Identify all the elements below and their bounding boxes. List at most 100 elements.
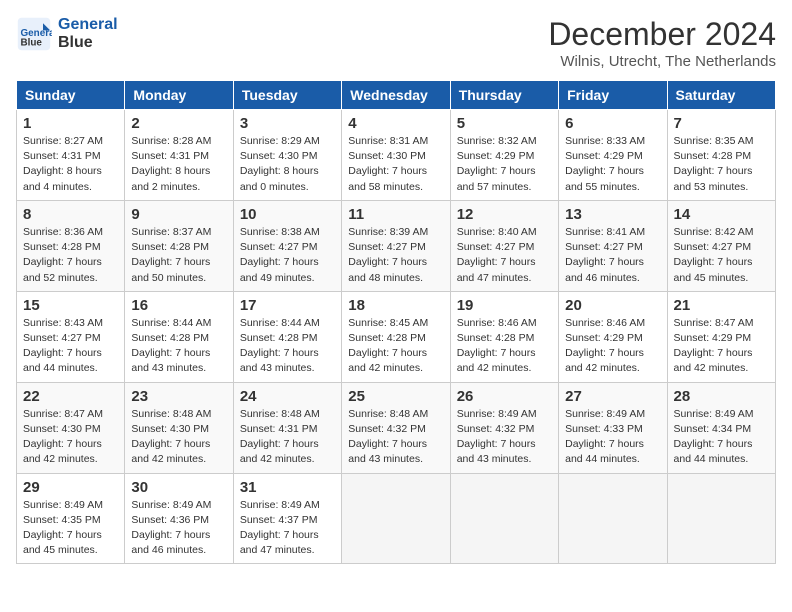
calendar-table: SundayMondayTuesdayWednesdayThursdayFrid… [16, 80, 776, 564]
day-info: Sunrise: 8:44 AMSunset: 4:28 PMDaylight:… [131, 316, 226, 377]
col-header-friday: Friday [559, 81, 667, 110]
page-subtitle: Wilnis, Utrecht, The Netherlands [548, 53, 776, 70]
day-number: 31 [240, 479, 335, 496]
day-info: Sunrise: 8:38 AMSunset: 4:27 PMDaylight:… [240, 225, 335, 286]
day-number: 28 [674, 388, 769, 405]
day-number: 21 [674, 297, 769, 314]
col-header-tuesday: Tuesday [233, 81, 341, 110]
page-title: December 2024 [548, 16, 776, 53]
week-row-2: 8Sunrise: 8:36 AMSunset: 4:28 PMDaylight… [17, 200, 776, 291]
day-info: Sunrise: 8:49 AMSunset: 4:35 PMDaylight:… [23, 498, 118, 559]
week-row-5: 29 Sunrise: 8:49 AMSunset: 4:35 PMDayligh… [17, 473, 776, 564]
day-number: 2 [131, 115, 226, 132]
day-number: 25 [348, 388, 443, 405]
day-number: 4 [348, 115, 443, 132]
calendar-cell: 5 Sunrise: 8:32 AMSunset: 4:29 PMDaylight… [450, 110, 558, 201]
calendar-cell: 8Sunrise: 8:36 AMSunset: 4:28 PMDaylight… [17, 200, 125, 291]
col-header-thursday: Thursday [450, 81, 558, 110]
calendar-cell: 27 Sunrise: 8:49 AMSunset: 4:33 PMDayligh… [559, 382, 667, 473]
day-number: 20 [565, 297, 660, 314]
day-info: Sunrise: 8:48 AMSunset: 4:30 PMDaylight:… [131, 407, 226, 468]
day-info: Sunrise: 8:49 AMSunset: 4:32 PMDaylight:… [457, 407, 552, 468]
calendar-cell: 9Sunrise: 8:37 AMSunset: 4:28 PMDaylight… [125, 200, 233, 291]
calendar-cell: 23 Sunrise: 8:48 AMSunset: 4:30 PMDayligh… [125, 382, 233, 473]
calendar-cell: 28 Sunrise: 8:49 AMSunset: 4:34 PMDayligh… [667, 382, 775, 473]
calendar-cell: 2 Sunrise: 8:28 AMSunset: 4:31 PMDaylight… [125, 110, 233, 201]
day-number: 29 [23, 479, 118, 496]
day-number: 3 [240, 115, 335, 132]
day-info: Sunrise: 8:49 AMSunset: 4:37 PMDaylight:… [240, 498, 335, 559]
day-info: Sunrise: 8:28 AMSunset: 4:31 PMDaylight:… [131, 134, 226, 195]
calendar-cell: 11 Sunrise: 8:39 AMSunset: 4:27 PMDayligh… [342, 200, 450, 291]
day-info: Sunrise: 8:48 AMSunset: 4:31 PMDaylight:… [240, 407, 335, 468]
day-number: 16 [131, 297, 226, 314]
day-info: Sunrise: 8:27 AMSunset: 4:31 PMDaylight:… [23, 134, 118, 195]
day-info: Sunrise: 8:33 AMSunset: 4:29 PMDaylight:… [565, 134, 660, 195]
day-info: Sunrise: 8:47 AMSunset: 4:30 PMDaylight:… [23, 407, 118, 468]
day-number: 14 [674, 206, 769, 223]
calendar-cell: 10 Sunrise: 8:38 AMSunset: 4:27 PMDayligh… [233, 200, 341, 291]
calendar-cell: 31 Sunrise: 8:49 AMSunset: 4:37 PMDayligh… [233, 473, 341, 564]
calendar-cell: 20 Sunrise: 8:46 AMSunset: 4:29 PMDayligh… [559, 291, 667, 382]
day-info: Sunrise: 8:49 AMSunset: 4:34 PMDaylight:… [674, 407, 769, 468]
day-number: 23 [131, 388, 226, 405]
calendar-cell: 6 Sunrise: 8:33 AMSunset: 4:29 PMDaylight… [559, 110, 667, 201]
day-info: Sunrise: 8:43 AMSunset: 4:27 PMDaylight:… [23, 316, 118, 377]
day-number: 7 [674, 115, 769, 132]
col-header-monday: Monday [125, 81, 233, 110]
day-info: Sunrise: 8:44 AMSunset: 4:28 PMDaylight:… [240, 316, 335, 377]
col-header-wednesday: Wednesday [342, 81, 450, 110]
title-block: December 2024 Wilnis, Utrecht, The Nethe… [548, 16, 776, 70]
day-number: 5 [457, 115, 552, 132]
day-number: 22 [23, 388, 118, 405]
calendar-cell: 15 Sunrise: 8:43 AMSunset: 4:27 PMDayligh… [17, 291, 125, 382]
page-header: General Blue General Blue December 2024 … [16, 16, 776, 70]
calendar-cell: 29 Sunrise: 8:49 AMSunset: 4:35 PMDayligh… [17, 473, 125, 564]
day-number: 1 [23, 115, 118, 132]
day-info: Sunrise: 8:47 AMSunset: 4:29 PMDaylight:… [674, 316, 769, 377]
calendar-cell: 17 Sunrise: 8:44 AMSunset: 4:28 PMDayligh… [233, 291, 341, 382]
week-row-4: 22 Sunrise: 8:47 AMSunset: 4:30 PMDayligh… [17, 382, 776, 473]
day-info: Sunrise: 8:41 AMSunset: 4:27 PMDaylight:… [565, 225, 660, 286]
calendar-header-row: SundayMondayTuesdayWednesdayThursdayFrid… [17, 81, 776, 110]
day-info: Sunrise: 8:36 AMSunset: 4:28 PMDaylight:… [23, 225, 118, 286]
day-number: 15 [23, 297, 118, 314]
svg-text:Blue: Blue [21, 38, 43, 49]
day-number: 11 [348, 206, 443, 223]
day-info: Sunrise: 8:39 AMSunset: 4:27 PMDaylight:… [348, 225, 443, 286]
day-info: Sunrise: 8:49 AMSunset: 4:33 PMDaylight:… [565, 407, 660, 468]
logo: General Blue General Blue [16, 16, 118, 52]
day-info: Sunrise: 8:35 AMSunset: 4:28 PMDaylight:… [674, 134, 769, 195]
day-info: Sunrise: 8:46 AMSunset: 4:29 PMDaylight:… [565, 316, 660, 377]
day-info: Sunrise: 8:46 AMSunset: 4:28 PMDaylight:… [457, 316, 552, 377]
week-row-1: 1 Sunrise: 8:27 AMSunset: 4:31 PMDaylight… [17, 110, 776, 201]
calendar-cell: 18 Sunrise: 8:45 AMSunset: 4:28 PMDayligh… [342, 291, 450, 382]
calendar-cell: 7 Sunrise: 8:35 AMSunset: 4:28 PMDaylight… [667, 110, 775, 201]
logo-text-line2: Blue [58, 34, 118, 52]
day-number: 19 [457, 297, 552, 314]
day-info: Sunrise: 8:42 AMSunset: 4:27 PMDaylight:… [674, 225, 769, 286]
day-number: 18 [348, 297, 443, 314]
day-info: Sunrise: 8:29 AMSunset: 4:30 PMDaylight:… [240, 134, 335, 195]
day-info: Sunrise: 8:48 AMSunset: 4:32 PMDaylight:… [348, 407, 443, 468]
week-row-3: 15 Sunrise: 8:43 AMSunset: 4:27 PMDayligh… [17, 291, 776, 382]
calendar-cell [667, 473, 775, 564]
day-number: 10 [240, 206, 335, 223]
col-header-sunday: Sunday [17, 81, 125, 110]
day-info: Sunrise: 8:45 AMSunset: 4:28 PMDaylight:… [348, 316, 443, 377]
day-info: Sunrise: 8:49 AMSunset: 4:36 PMDaylight:… [131, 498, 226, 559]
logo-icon: General Blue [16, 16, 52, 52]
col-header-saturday: Saturday [667, 81, 775, 110]
day-number: 13 [565, 206, 660, 223]
day-number: 30 [131, 479, 226, 496]
day-info: Sunrise: 8:32 AMSunset: 4:29 PMDaylight:… [457, 134, 552, 195]
calendar-cell [559, 473, 667, 564]
day-info: Sunrise: 8:40 AMSunset: 4:27 PMDaylight:… [457, 225, 552, 286]
calendar-cell [342, 473, 450, 564]
day-number: 26 [457, 388, 552, 405]
day-info: Sunrise: 8:31 AMSunset: 4:30 PMDaylight:… [348, 134, 443, 195]
day-number: 6 [565, 115, 660, 132]
calendar-cell: 19 Sunrise: 8:46 AMSunset: 4:28 PMDayligh… [450, 291, 558, 382]
day-number: 27 [565, 388, 660, 405]
day-number: 17 [240, 297, 335, 314]
